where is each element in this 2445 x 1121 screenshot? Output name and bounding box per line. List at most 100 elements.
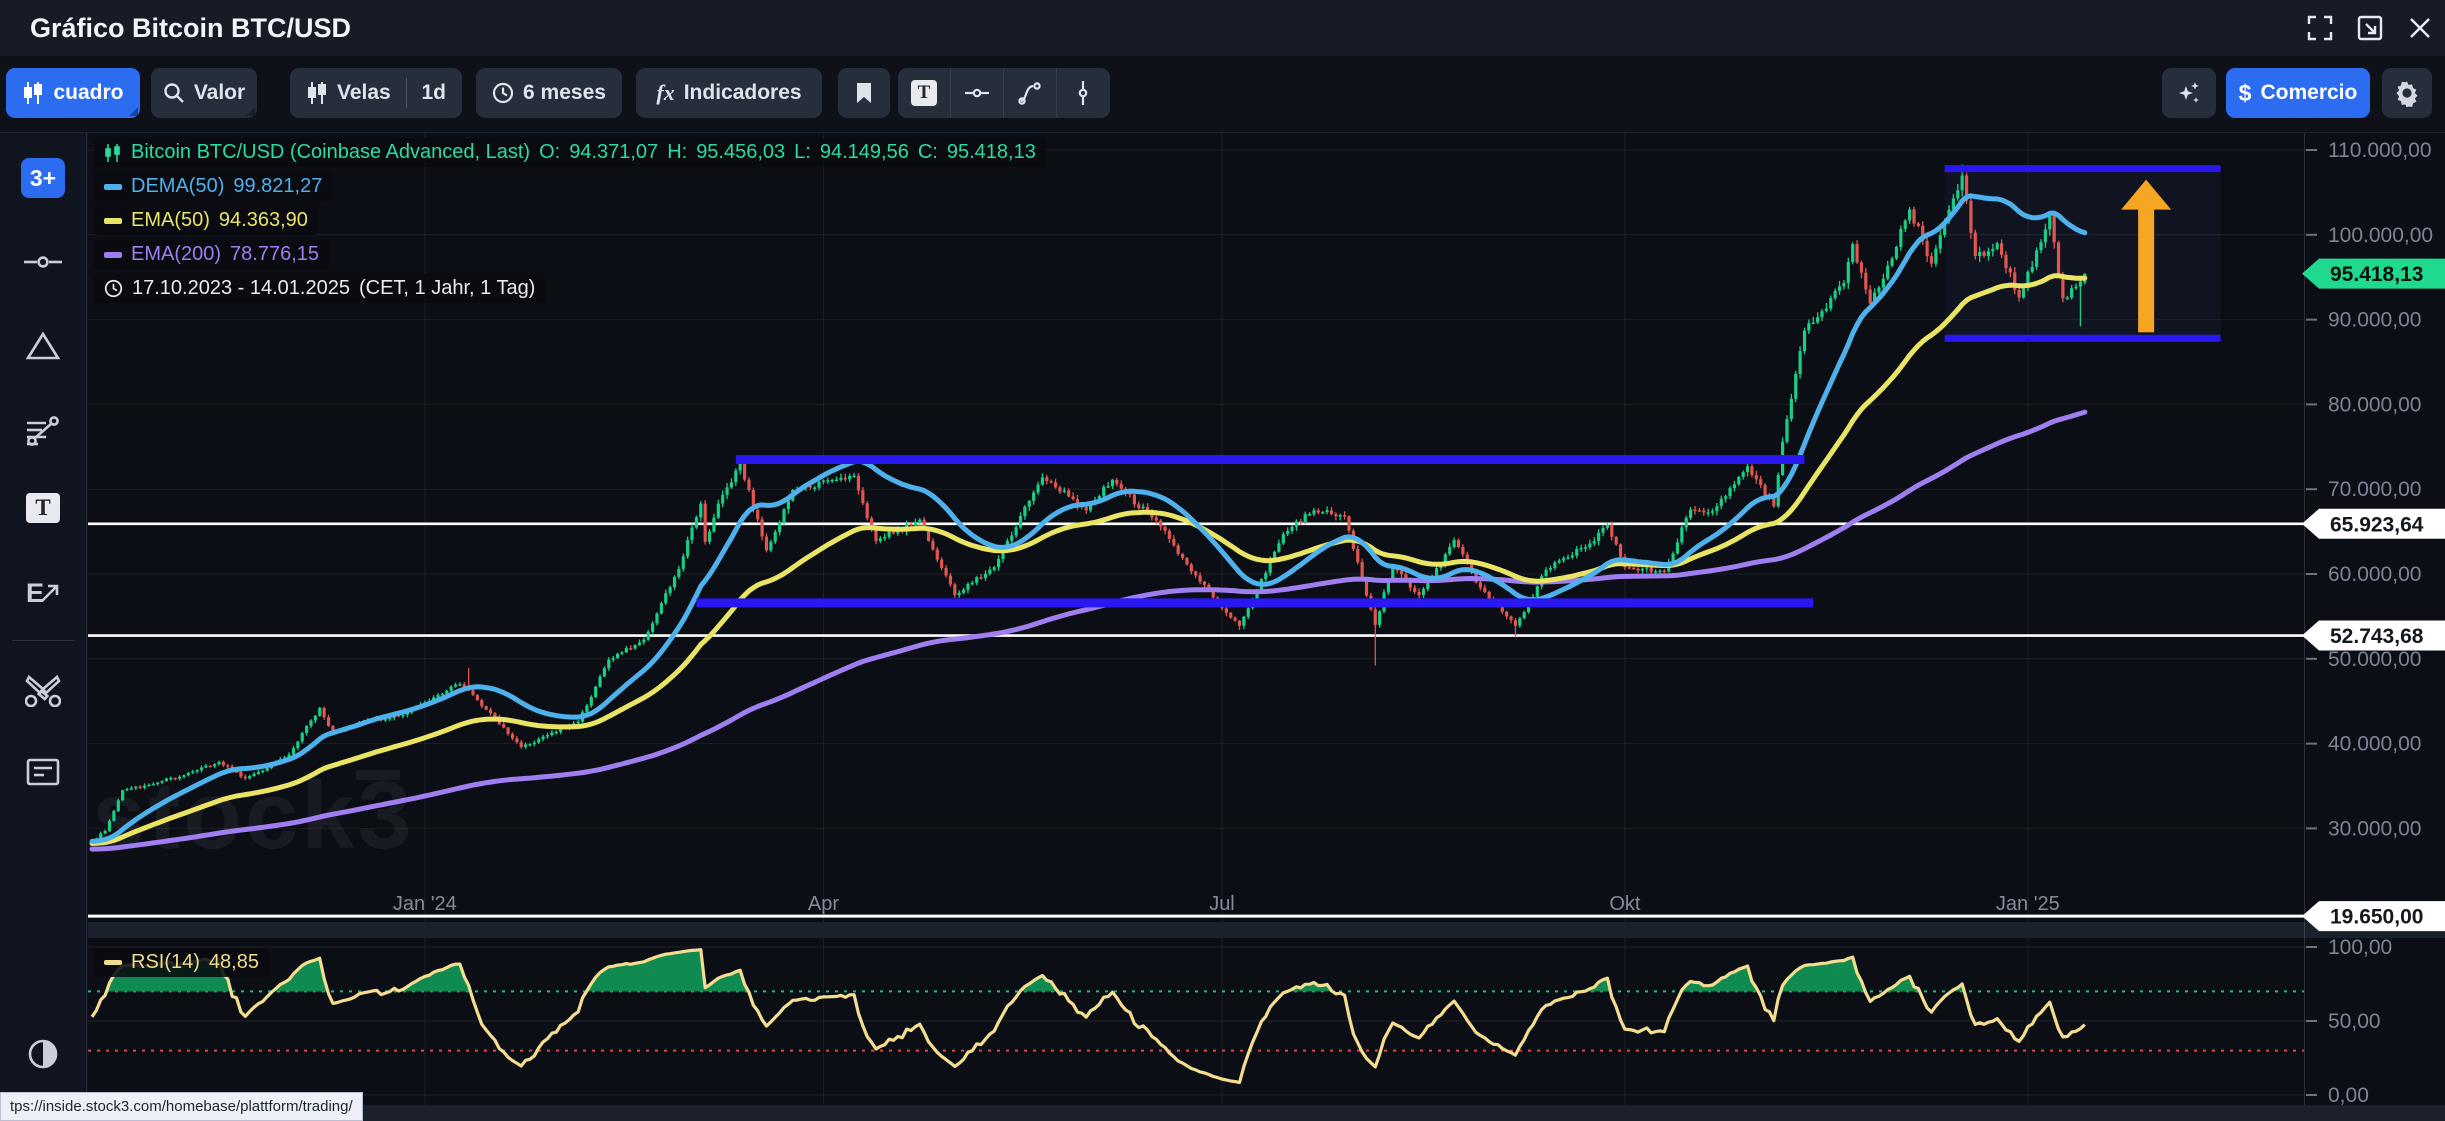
candles-icon bbox=[306, 81, 328, 105]
close-icon[interactable] bbox=[2406, 14, 2434, 42]
triangle-icon bbox=[25, 331, 61, 361]
svg-text:30.000,00: 30.000,00 bbox=[2328, 817, 2421, 840]
vertical-line-icon bbox=[1070, 80, 1096, 106]
sidebar-item-tools[interactable] bbox=[19, 666, 67, 714]
sidebar-item-stock3-home[interactable]: 3+ bbox=[19, 154, 67, 202]
indicators-button[interactable]: fx Indicadores bbox=[636, 68, 822, 118]
consolidation-box bbox=[1945, 169, 2221, 339]
high-value: 95.456,03 bbox=[696, 141, 785, 164]
interval-label[interactable]: 1d bbox=[421, 81, 446, 105]
stock3-logo: 3+ bbox=[21, 158, 65, 198]
horizontal-line-icon bbox=[964, 80, 990, 106]
ema50-legend-row[interactable]: EMA(50) 94.363,90 bbox=[94, 206, 318, 235]
chart-legend: Bitcoin BTC/USD (Coinbase Advanced, Last… bbox=[94, 138, 1046, 303]
svg-text:19.650,00: 19.650,00 bbox=[2330, 906, 2423, 929]
text-tool-icon: T bbox=[911, 80, 937, 106]
window-title: Gráfico Bitcoin BTC/USD bbox=[30, 0, 351, 56]
charttype-interval-button[interactable]: Velas 1d bbox=[290, 68, 462, 118]
ema200-legend-row[interactable]: EMA(200) 78.776,15 bbox=[94, 240, 329, 269]
dema-legend-row[interactable]: DEMA(50) 99.821,27 bbox=[94, 172, 332, 201]
svg-text:52.743,68: 52.743,68 bbox=[2330, 625, 2424, 648]
sidebar-item-horizontal-line-tool[interactable] bbox=[19, 238, 67, 286]
arrow-up-right-icon bbox=[40, 583, 60, 603]
rsi-legend[interactable]: RSI(14) 48,85 bbox=[94, 948, 269, 977]
bookmark-icon[interactable] bbox=[838, 68, 890, 118]
up-arrow-shaft[interactable] bbox=[2138, 208, 2154, 333]
dollar-icon: $ bbox=[2239, 80, 2252, 107]
svg-text:60.000,00: 60.000,00 bbox=[2328, 563, 2421, 586]
svg-text:70.000,00: 70.000,00 bbox=[2328, 478, 2421, 501]
vertical-line-tool-button[interactable] bbox=[1057, 68, 1109, 118]
instrument-name: Bitcoin BTC/USD (Coinbase Advanced, Last… bbox=[131, 141, 530, 164]
sidebar-divider bbox=[12, 640, 74, 641]
text-tool-button[interactable]: T bbox=[898, 68, 951, 118]
symbol-search-button[interactable]: Valor bbox=[151, 68, 257, 118]
tools-icon bbox=[25, 673, 61, 707]
charttype-label: Velas bbox=[337, 81, 391, 105]
svg-text:110.000,00: 110.000,00 bbox=[2328, 139, 2432, 162]
svg-text:100,00: 100,00 bbox=[2328, 936, 2392, 959]
svg-text:100.000,00: 100.000,00 bbox=[2328, 224, 2433, 247]
layout-button[interactable]: cuadro bbox=[6, 68, 140, 118]
sidebar-item-layout[interactable] bbox=[19, 748, 67, 796]
layout-icon bbox=[26, 758, 60, 786]
settings-button[interactable] bbox=[2382, 68, 2432, 118]
svg-text:50,00: 50,00 bbox=[2328, 1010, 2381, 1033]
sidebar-item-signal-tool[interactable]: E bbox=[19, 569, 67, 617]
trend-lines-icon bbox=[24, 414, 62, 446]
open-value: 94.371,07 bbox=[569, 141, 658, 164]
sidebar-item-text-tool[interactable]: T bbox=[19, 484, 67, 532]
toolbar: cuadro Valor Velas 1d 6 meses fx Indicad… bbox=[0, 56, 2445, 133]
svg-text:65.923,64: 65.923,64 bbox=[2330, 513, 2424, 536]
curve-icon bbox=[1017, 80, 1043, 106]
range-button[interactable]: 6 meses bbox=[476, 68, 622, 118]
svg-text:80.000,00: 80.000,00 bbox=[2328, 393, 2421, 416]
link-preview-tooltip: tps://inside.stock3.com/homebase/plattfo… bbox=[0, 1092, 363, 1121]
bookmark-button[interactable] bbox=[838, 68, 890, 118]
ema50-color-swatch bbox=[104, 218, 122, 224]
date-range: 17.10.2023 - 14.01.2025 bbox=[132, 277, 350, 300]
corner-fold bbox=[246, 107, 255, 116]
svg-text:Apr: Apr bbox=[808, 893, 839, 915]
low-value: 94.149,56 bbox=[820, 141, 909, 164]
svg-text:Jan '25: Jan '25 bbox=[1996, 893, 2060, 915]
date-range-meta: (CET, 1 Jahr, 1 Tag) bbox=[359, 277, 535, 300]
sidebar-item-shapes-tool[interactable] bbox=[19, 322, 67, 370]
trading-window: stock3110.000,00100.000,0090.000,0080.00… bbox=[0, 0, 2445, 1121]
clock-icon bbox=[104, 279, 123, 298]
popout-icon[interactable] bbox=[2356, 14, 2384, 42]
svg-text:90.000,00: 90.000,00 bbox=[2328, 309, 2421, 332]
sparkles-icon bbox=[2176, 80, 2202, 106]
gear-icon bbox=[2393, 79, 2421, 107]
horizontal-line-tool-button[interactable] bbox=[951, 68, 1004, 118]
search-icon bbox=[163, 82, 185, 104]
svg-text:50.000,00: 50.000,00 bbox=[2328, 648, 2421, 671]
svg-text:0,00: 0,00 bbox=[2328, 1084, 2369, 1107]
pane-separator[interactable] bbox=[88, 1105, 2445, 1121]
fx-icon: fx bbox=[656, 80, 674, 106]
ai-assistant-button[interactable] bbox=[2162, 68, 2216, 118]
rsi-color-swatch bbox=[104, 960, 122, 965]
svg-text:95.418,13: 95.418,13 bbox=[2330, 263, 2423, 286]
trade-button[interactable]: $ Comercio bbox=[2226, 68, 2370, 118]
svg-text:Jul: Jul bbox=[1209, 893, 1235, 915]
curve-tool-button[interactable] bbox=[1004, 68, 1057, 118]
text-tool-icon: T bbox=[26, 493, 60, 523]
contrast-icon bbox=[26, 1037, 60, 1071]
svg-text:Jan '24: Jan '24 bbox=[393, 893, 457, 915]
sidebar-item-theme-toggle[interactable] bbox=[19, 1030, 67, 1078]
ema200-color-swatch bbox=[104, 252, 122, 258]
date-range-row[interactable]: 17.10.2023 - 14.01.2025 (CET, 1 Jahr, 1 … bbox=[94, 274, 545, 303]
fullscreen-icon[interactable] bbox=[2306, 14, 2334, 42]
clock-icon bbox=[492, 82, 514, 104]
pane-separator[interactable] bbox=[88, 922, 2445, 938]
sidebar: 3+ T E bbox=[0, 132, 87, 1121]
instrument-legend-row[interactable]: Bitcoin BTC/USD (Coinbase Advanced, Last… bbox=[94, 138, 1046, 167]
svg-text:Okt: Okt bbox=[1609, 893, 1641, 915]
svg-text:40.000,00: 40.000,00 bbox=[2328, 733, 2421, 756]
horizontal-line-icon bbox=[23, 252, 63, 272]
drawing-tools-group: T bbox=[898, 68, 1110, 118]
candles-icon bbox=[104, 143, 122, 163]
dema-color-swatch bbox=[104, 184, 122, 190]
sidebar-item-indicator-lines-tool[interactable] bbox=[19, 406, 67, 454]
